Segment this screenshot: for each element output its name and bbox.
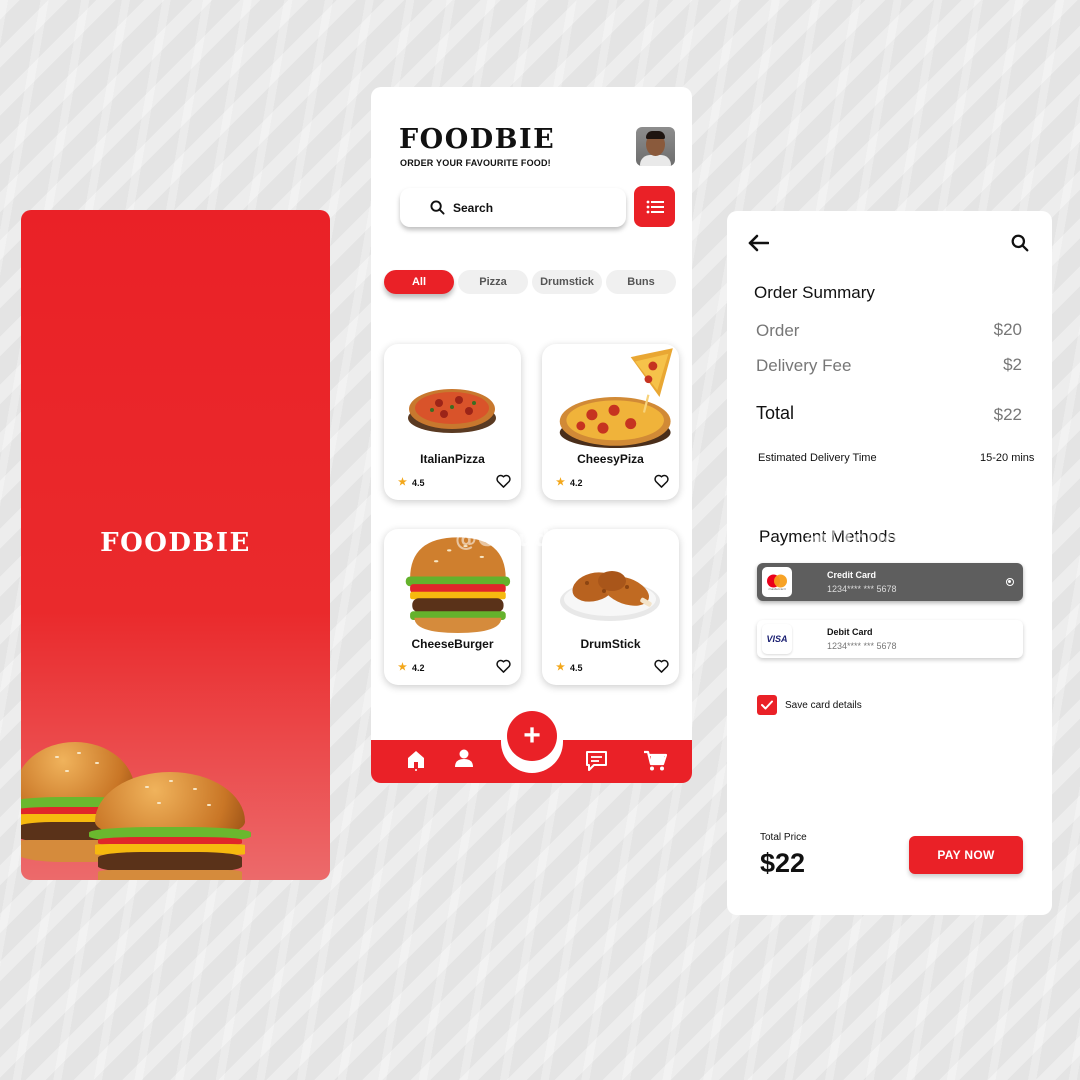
total-label: Total	[756, 403, 795, 423]
payment-debit-card[interactable]: VISA Debit Card 1234**** *** 5678	[757, 620, 1023, 658]
visa-icon: VISA	[762, 624, 792, 654]
cheesy-pizza-image	[559, 348, 673, 448]
food-name: DrumStick	[580, 637, 641, 651]
burger-image-front	[89, 772, 251, 880]
check-icon	[761, 700, 773, 710]
mastercard-icon: mastercard	[762, 567, 792, 597]
food-card-cheese-burger[interactable]: CheeseBurger ★ 4.2	[384, 529, 521, 685]
app-brand: FOODBIE	[399, 124, 556, 155]
food-card-italian-pizza[interactable]: ItalianPizza ★ 4.5	[384, 344, 521, 500]
user-icon[interactable]	[454, 748, 474, 768]
food-rating: ★ 4.5	[556, 662, 583, 673]
search-label: Search	[453, 200, 494, 215]
heart-icon[interactable]	[496, 659, 511, 673]
food-card-drumstick[interactable]: DrumStick ★ 4.5	[542, 529, 679, 685]
order-summary-title: Order Summary	[754, 283, 875, 302]
home-icon[interactable]	[406, 749, 426, 771]
food-rating: ★ 4.5	[398, 477, 425, 488]
card-number: 1234**** *** 5678	[827, 641, 897, 651]
payment-methods-title: Payment Methods	[759, 527, 897, 546]
star-icon: ★	[556, 477, 565, 488]
tab-buns[interactable]: Buns	[606, 270, 676, 294]
italian-pizza-image	[408, 389, 496, 433]
svg-text:mastercard: mastercard	[768, 587, 785, 591]
food-card-cheesy-pizza[interactable]: CheesyPiza ★ 4.2	[542, 344, 679, 500]
tab-pizza[interactable]: Pizza	[458, 270, 528, 294]
list-icon	[646, 200, 664, 213]
star-icon: ★	[398, 662, 407, 673]
tab-drumstick[interactable]: Drumstick	[532, 270, 602, 294]
food-name: CheesyPiza	[577, 452, 644, 466]
avatar[interactable]	[636, 127, 675, 166]
order-summary-screen: Order Summary Order $20 Delivery Fee $2 …	[727, 211, 1052, 915]
save-card-label: Save card details	[785, 700, 862, 711]
total-value: $22	[993, 405, 1022, 424]
back-arrow-icon[interactable]	[747, 234, 769, 252]
search-input[interactable]: Search	[400, 188, 626, 227]
heart-icon[interactable]	[654, 659, 669, 673]
order-value: $20	[993, 320, 1022, 339]
home-screen: FOODBIE ORDER YOUR FAVOURITE FOOD! Searc…	[371, 87, 692, 783]
category-tabs: All Pizza Drumstick Buns	[384, 270, 676, 294]
order-label: Order	[756, 321, 800, 340]
total-price-value: $22	[760, 848, 806, 878]
food-name: ItalianPizza	[420, 452, 485, 466]
star-icon: ★	[398, 477, 407, 488]
heart-icon[interactable]	[496, 474, 511, 488]
tab-all[interactable]: All	[384, 270, 454, 294]
filter-menu-button[interactable]	[634, 186, 675, 227]
eta-value: 15-20 mins	[980, 452, 1035, 464]
pay-now-button[interactable]: PAY NOW	[909, 836, 1023, 874]
splash-logo: FOODBIE	[100, 528, 251, 558]
star-icon: ★	[556, 662, 565, 673]
delivery-fee-value: $2	[1003, 355, 1022, 374]
card-number: 1234**** *** 5678	[827, 584, 897, 594]
food-name: CheeseBurger	[411, 637, 494, 651]
cheese-burger-image	[405, 537, 511, 633]
add-button[interactable]: +	[507, 711, 557, 761]
save-card-checkbox[interactable]	[757, 695, 777, 715]
card-title: Credit Card	[827, 570, 877, 580]
search-icon	[430, 200, 445, 215]
delivery-fee-label: Delivery Fee	[756, 356, 852, 375]
heart-icon[interactable]	[654, 474, 669, 488]
cart-icon[interactable]	[643, 750, 667, 772]
food-rating: ★ 4.2	[398, 662, 425, 673]
drumstick-image	[560, 571, 660, 621]
payment-credit-card[interactable]: mastercard Credit Card 1234**** *** 5678	[757, 563, 1023, 601]
food-rating: ★ 4.2	[556, 477, 583, 488]
eta-label: Estimated Delivery Time	[758, 452, 877, 464]
total-price-label: Total Price	[760, 832, 807, 843]
search-icon[interactable]	[1011, 234, 1029, 252]
splash-screen: FOODBIE	[21, 210, 330, 880]
selected-radio[interactable]	[1006, 578, 1014, 586]
app-tagline: ORDER YOUR FAVOURITE FOOD!	[400, 158, 551, 168]
card-title: Debit Card	[827, 627, 873, 637]
chat-icon[interactable]	[585, 750, 608, 772]
